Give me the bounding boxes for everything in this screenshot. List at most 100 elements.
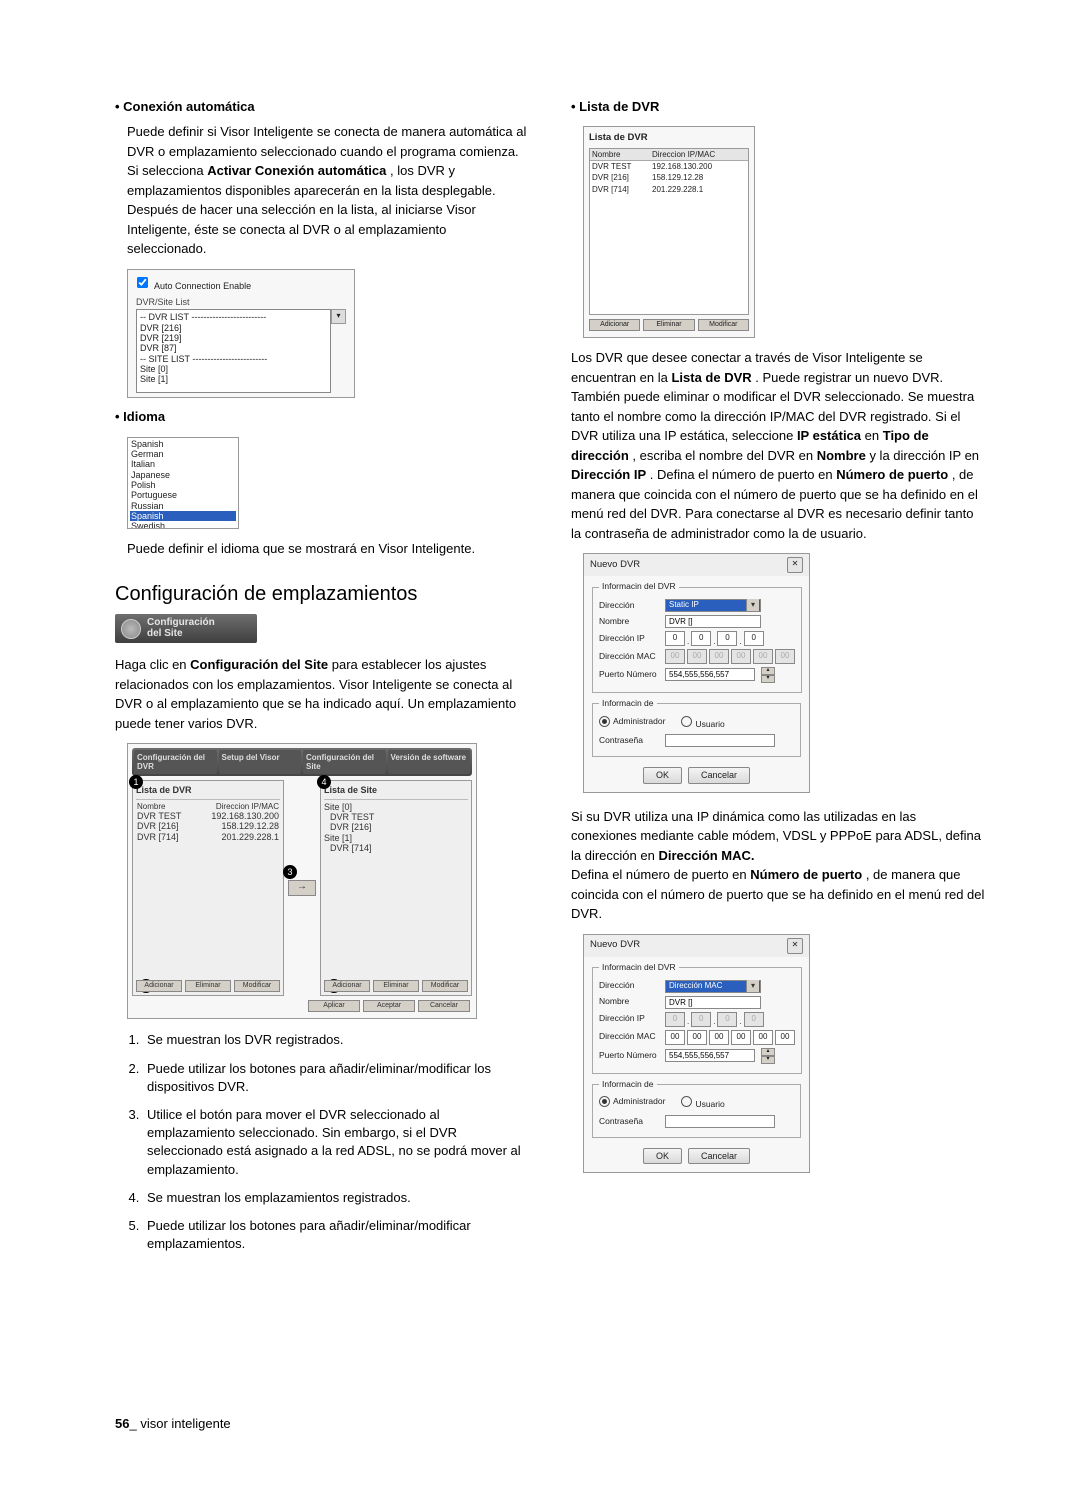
tree-node[interactable]: DVR [216] [324,822,468,832]
mac-octet[interactable]: 00 [753,1030,773,1045]
tree-node[interactable]: Site [1] [324,833,468,843]
puerto-input[interactable] [665,668,755,681]
mac-octet[interactable]: 00 [731,649,751,664]
tab-config-site[interactable]: Configuración del Site [303,750,386,774]
cell[interactable]: DVR TEST [590,161,650,172]
list-item[interactable]: DVR [219] [140,333,327,343]
mac-octet[interactable]: 00 [687,1030,707,1045]
list-item[interactable]: Site [0] [140,364,327,374]
remove-button[interactable]: Eliminar [185,980,231,992]
mac-octet[interactable]: 00 [665,649,685,664]
cancel-button[interactable]: Cancelar [688,1148,750,1164]
close-icon[interactable]: ✕ [787,938,803,954]
radio-admin[interactable]: Administrador [599,1096,665,1110]
dvrsite-listbox[interactable]: -- DVR LIST ------------------------- DV… [136,309,331,393]
mac-octet[interactable]: 00 [709,649,729,664]
list-item[interactable]: Spanish [130,439,236,449]
ip-octet[interactable]: 0 [665,1012,685,1027]
ip-octets[interactable]: 0.0.0.0 [665,631,764,646]
mac-octet[interactable]: 00 [731,1030,751,1045]
radio-user[interactable]: Usuario [681,716,724,730]
list-item[interactable]: Japanese [130,470,236,480]
modify-button[interactable]: Modificar [698,319,749,331]
list-item[interactable]: Portuguese [130,490,236,500]
list-item[interactable]: Swedish [130,521,236,527]
list-item[interactable]: -- SITE LIST ------------------------- [140,354,327,364]
tab-config-dvr[interactable]: Configuración del DVR [134,750,217,774]
tree-node[interactable]: DVR TEST [324,812,468,822]
port-spinner[interactable]: ▴▾ [761,667,775,683]
config-site-button[interactable]: Configuración del Site [115,614,257,643]
add-button[interactable]: Adicionar [589,319,640,331]
add-button[interactable]: Adicionar [324,980,370,992]
col-header: Nombre [137,802,165,811]
list-item[interactable]: Polish [130,480,236,490]
mac-octet[interactable]: 00 [775,649,795,664]
ok-button[interactable]: OK [643,1148,682,1164]
cell[interactable]: DVR TEST [137,811,181,821]
mac-octet[interactable]: 00 [753,649,773,664]
list-item[interactable]: DVR [216] [140,323,327,333]
tab-version[interactable]: Versión de software [388,750,471,774]
ip-octet[interactable]: 0 [717,631,737,646]
bold: Configuración del Site [190,657,328,672]
ip-octet[interactable]: 0 [665,631,685,646]
tab-setup-visor[interactable]: Setup del Visor [219,750,302,774]
bold: Lista de DVR [671,370,751,385]
ip-octet[interactable]: 0 [744,631,764,646]
cell[interactable]: DVR [714] [590,184,650,195]
add-button[interactable]: Adicionar [136,980,182,992]
cancel-button[interactable]: Cancelar [418,1000,470,1012]
direccion-select[interactable]: Static IP [665,599,761,612]
list-item[interactable]: DVR [87] [140,343,327,353]
chevron-down-icon[interactable]: ▾ [331,309,346,324]
radio-user[interactable]: Usuario [681,1096,724,1110]
cancel-button[interactable]: Cancelar [688,767,750,783]
radio-admin[interactable]: Administrador [599,716,665,730]
list-item-selected[interactable]: Spanish [130,511,236,521]
apply-button[interactable]: Aplicar [308,1000,360,1012]
direccion-select[interactable]: Dirección MAC [665,980,761,993]
list-item[interactable]: German [130,449,236,459]
callout-3: 3 [283,865,297,879]
contrasena-input[interactable] [665,1115,775,1128]
remove-button[interactable]: Eliminar [643,319,694,331]
nombre-input[interactable] [665,615,761,628]
list-item[interactable]: Italian [130,459,236,469]
ip-octet[interactable]: 0 [717,1012,737,1027]
ip-octet[interactable]: 0 [744,1012,764,1027]
legend: Informacin de [599,1080,657,1090]
remove-button[interactable]: Eliminar [373,980,419,992]
list-item[interactable]: Russian [130,501,236,511]
para-idioma: Puede definir el idioma que se mostrará … [127,539,529,559]
modify-button[interactable]: Modificar [234,980,280,992]
auto-connection-checkbox[interactable] [137,277,148,288]
nombre-input[interactable] [665,996,761,1009]
mac-octets[interactable]: 000000000000 [665,1030,795,1045]
mac-octet[interactable]: 00 [775,1030,795,1045]
port-spinner[interactable]: ▴▾ [761,1048,775,1064]
site-tree[interactable]: Site [0] DVR TEST DVR [216] Site [1] DVR… [324,802,468,854]
modify-button[interactable]: Modificar [422,980,468,992]
puerto-input[interactable] [665,1049,755,1062]
list-item[interactable]: Site [1] [140,374,327,384]
tree-node[interactable]: Site [0] [324,802,468,812]
ok-button[interactable]: Aceptar [363,1000,415,1012]
mac-octet[interactable]: 00 [665,1030,685,1045]
contrasena-input[interactable] [665,734,775,747]
list-item[interactable]: -- DVR LIST ------------------------- [140,312,327,322]
move-right-button[interactable]: → [288,880,316,896]
text: y la dirección IP en [869,448,979,463]
cell[interactable]: DVR [216] [137,821,179,831]
ok-button[interactable]: OK [643,767,682,783]
language-list[interactable]: Spanish German Italian Japanese Polish P… [128,438,238,528]
ip-octet[interactable]: 0 [691,631,711,646]
mac-octet[interactable]: 00 [709,1030,729,1045]
cell[interactable]: DVR [714] [137,832,179,842]
tree-node[interactable]: DVR [714] [324,843,468,853]
section-title: Configuración de emplazamientos [115,580,529,608]
cell[interactable]: DVR [216] [590,172,650,183]
ip-octet[interactable]: 0 [691,1012,711,1027]
mac-octet[interactable]: 00 [687,649,707,664]
close-icon[interactable]: ✕ [787,557,803,573]
